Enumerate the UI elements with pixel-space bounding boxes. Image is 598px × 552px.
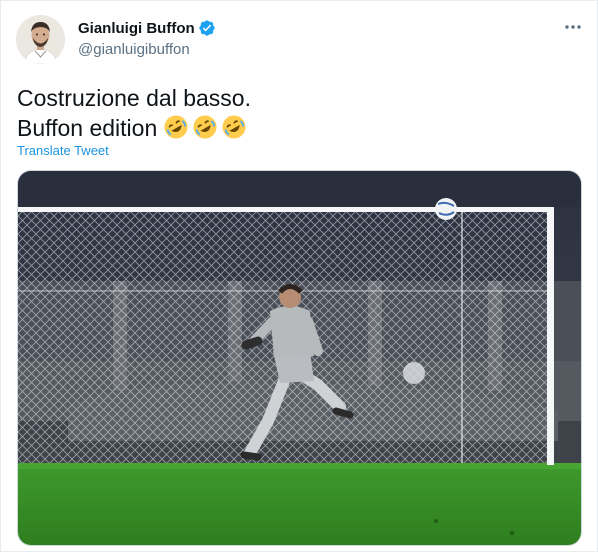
verified-badge-icon xyxy=(198,19,216,37)
tweet-photo[interactable] xyxy=(17,170,582,546)
tweet-text: Costruzione dal basso. Buffon edition xyxy=(17,83,251,143)
more-options-icon[interactable] xyxy=(563,17,583,37)
avatar-image xyxy=(16,15,65,64)
tweet-text-line-1: Costruzione dal basso. xyxy=(17,85,251,111)
tweet-text-line-2: Buffon edition xyxy=(17,113,251,143)
author-handle[interactable]: @gianluigibuffon xyxy=(78,41,190,58)
tweet-card: Gianluigi Buffon @gianluigibuffon Costru… xyxy=(0,0,598,552)
author-avatar[interactable] xyxy=(16,15,65,64)
author-name-row[interactable]: Gianluigi Buffon xyxy=(78,19,216,37)
rolling-laughing-emoji-icon xyxy=(163,114,189,140)
emoji-group xyxy=(163,114,247,140)
author-display-name[interactable]: Gianluigi Buffon xyxy=(78,20,195,37)
goalkeeper-photo xyxy=(18,171,581,545)
rolling-laughing-emoji-icon xyxy=(221,114,247,140)
rolling-laughing-emoji-icon xyxy=(192,114,218,140)
translate-tweet-link[interactable]: Translate Tweet xyxy=(17,143,109,158)
tweet-text-line-2-label: Buffon edition xyxy=(17,115,158,141)
